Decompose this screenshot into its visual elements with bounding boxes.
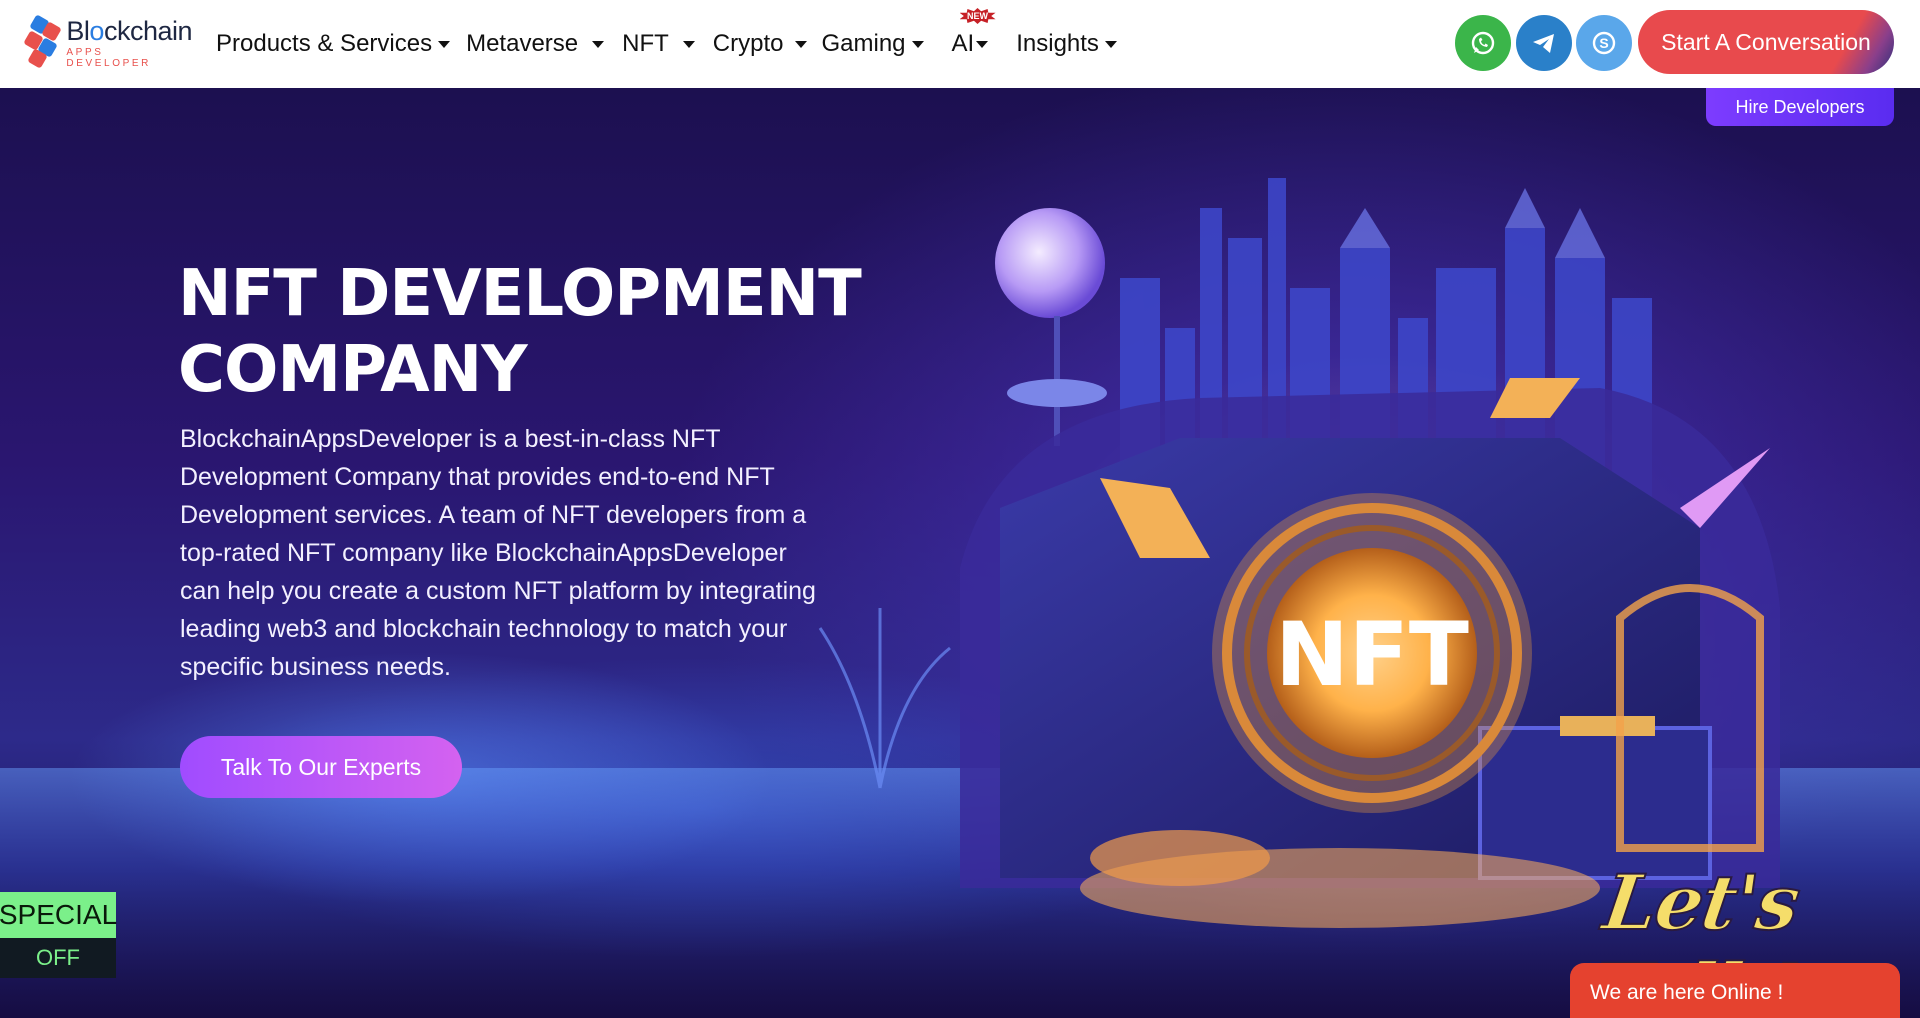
chat-online-bar[interactable]: We are here Online ! [1570, 963, 1900, 1018]
main-nav: Products & Services Metaverse NFT Crypto… [216, 0, 1117, 88]
nav-metaverse[interactable]: Metaverse [466, 30, 605, 58]
special-label: SPECIAL [0, 892, 117, 938]
caret-down-icon [976, 40, 989, 48]
hire-developers-button[interactable]: Hire Developers [1706, 88, 1894, 126]
caret-down-icon [1104, 40, 1117, 48]
site-logo[interactable]: Blockchain APPS DEVELOPER [22, 12, 193, 74]
hero-title: NFT DEVELOPMENT COMPANY [178, 257, 862, 407]
whatsapp-icon [1471, 31, 1495, 55]
new-badge: NEW [959, 8, 996, 24]
nav-crypto[interactable]: Crypto [713, 30, 808, 58]
telegram-icon [1533, 34, 1554, 53]
nav-insights[interactable]: Insights [1016, 30, 1117, 58]
caret-down-icon [592, 40, 605, 48]
talk-to-experts-button[interactable]: Talk To Our Experts [180, 736, 462, 798]
site-header: Blockchain APPS DEVELOPER Products & Ser… [0, 0, 1920, 88]
logo-wordmark: Blockchain [66, 16, 192, 46]
telegram-button[interactable] [1516, 15, 1572, 71]
hero-description: BlockchainAppsDeveloper is a best-in-cla… [180, 425, 816, 681]
nav-products-services[interactable]: Products & Services [216, 30, 451, 58]
skype-button[interactable]: S [1576, 15, 1632, 71]
caret-down-icon [911, 40, 924, 48]
logo-hexagon-icon [22, 13, 62, 73]
nav-ai[interactable]: NEW AI [952, 8, 996, 58]
special-offer-tab[interactable]: SPECIAL OFF [0, 892, 117, 978]
svg-text:S: S [1599, 35, 1608, 51]
start-conversation-button[interactable]: Start A Conversation [1638, 10, 1894, 74]
caret-down-icon [682, 40, 695, 48]
skype-icon: S [1592, 31, 1616, 55]
off-label: OFF [0, 938, 116, 978]
nav-nft[interactable]: NFT [622, 30, 695, 58]
logo-tagline: APPS DEVELOPER [66, 47, 151, 69]
caret-down-icon [795, 40, 808, 48]
hero-section: NFT Hire Developers NFT DEVELOPMENT COMP… [0, 88, 1920, 1018]
whatsapp-button[interactable] [1455, 15, 1511, 71]
nav-gaming[interactable]: Gaming [821, 30, 924, 58]
caret-down-icon [438, 40, 451, 48]
coin-nft-label: NFT [1275, 603, 1469, 706]
